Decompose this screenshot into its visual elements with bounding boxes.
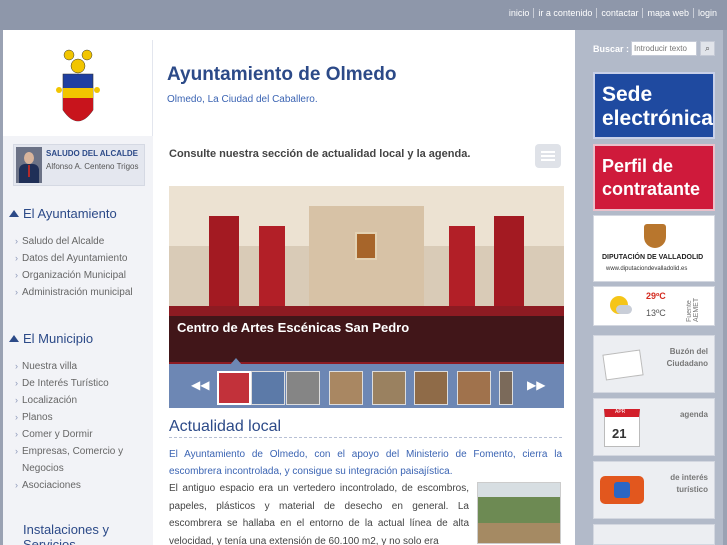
- site-title[interactable]: Ayuntamiento de Olmedo: [167, 64, 396, 86]
- coat-of-arms-icon: [56, 49, 100, 122]
- alcalde-title: SALUDO DEL ALCALDE: [46, 149, 138, 158]
- menu-item[interactable]: › Asociaciones: [15, 480, 123, 497]
- search-button[interactable]: ⌕: [700, 41, 715, 56]
- left-sidebar: SALUDO DEL ALCALDE Alfonso A. Centeno Tr…: [3, 136, 153, 545]
- chat-bubble-icon: [535, 144, 561, 168]
- turismo-banner[interactable]: de interés turístico: [593, 461, 715, 519]
- chevron-right-icon: ›: [15, 395, 18, 405]
- alcalde-photo: [16, 147, 42, 183]
- section-heading-ayuntamiento: El Ayuntamiento: [9, 206, 117, 221]
- slider-image[interactable]: Centro de Artes Escénicas San Pedro: [169, 186, 564, 364]
- chevron-right-icon: ›: [15, 270, 18, 280]
- main-content: Consulte nuestra sección de actualidad l…: [159, 136, 571, 545]
- chevron-right-icon: ›: [15, 480, 18, 490]
- triangle-icon: [9, 335, 19, 342]
- triangle-icon: [9, 210, 19, 217]
- top-links: inicio ir a contenido contactar mapa web…: [505, 8, 721, 18]
- search-icon: ⌕: [704, 43, 711, 53]
- chevron-right-icon: ›: [15, 378, 18, 388]
- thumbnail[interactable]: [457, 371, 491, 405]
- cloud-icon: [616, 305, 632, 314]
- next-arrow-icon[interactable]: ▶▶: [527, 378, 545, 392]
- menu-item[interactable]: › Administración municipal: [15, 287, 133, 304]
- weather-source: Fuente AEMET: [686, 297, 700, 322]
- section-heading-municipio: El Municipio: [9, 331, 93, 346]
- intro-text: Consulte nuestra sección de actualidad l…: [169, 148, 471, 160]
- news-body: El antiguo espacio era un vertedero inco…: [169, 483, 469, 545]
- image-slider[interactable]: Centro de Artes Escénicas San Pedro ◀◀ ▶…: [169, 186, 564, 408]
- menu-item-continued[interactable]: ›Negocios: [15, 463, 123, 480]
- link-contactar[interactable]: contactar: [596, 8, 642, 18]
- section-heading-instalaciones: Instalaciones y Servicios: [9, 522, 109, 545]
- menu-item[interactable]: › Localización: [15, 395, 123, 412]
- thumbnail[interactable]: [286, 371, 320, 405]
- menu-item[interactable]: › Comer y Dormir: [15, 429, 123, 446]
- top-bar: inicio ir a contenido contactar mapa web…: [0, 0, 727, 30]
- thumbnail-strip: ◀◀ ▶▶: [169, 364, 564, 408]
- section-title: Instalaciones y: [23, 522, 109, 537]
- site-header: Ayuntamiento de Olmedo Olmedo, La Ciudad…: [159, 40, 571, 136]
- section-title: El Ayuntamiento: [23, 206, 117, 221]
- right-sidebar: Buscar : ⌕ Sede electrónica Perfil de co…: [575, 30, 723, 545]
- sede-electronica-banner[interactable]: Sede electrónica: [593, 72, 715, 139]
- agenda-banner[interactable]: APR 21 agenda: [593, 398, 715, 456]
- menu-item[interactable]: › Organización Municipal: [15, 270, 133, 287]
- buzon-ciudadano-banner[interactable]: Buzón del Ciudadano: [593, 335, 715, 393]
- thumbnail[interactable]: [329, 371, 363, 405]
- menu-item[interactable]: › Empresas, Comercio y: [15, 446, 123, 463]
- temp-high: 29ºC: [646, 291, 666, 301]
- link-ir-a-contenido[interactable]: ir a contenido: [533, 8, 596, 18]
- weather-widget[interactable]: 29ºC 13ºC Fuente AEMET: [593, 286, 715, 326]
- chevron-right-icon: ›: [15, 446, 18, 456]
- news-lead-link[interactable]: El Ayuntamiento de Olmedo, con el apoyo …: [169, 446, 562, 480]
- divider: [169, 437, 562, 438]
- emblem-icon: [355, 232, 377, 260]
- alcalde-banner[interactable]: SALUDO DEL ALCALDE Alfonso A. Centeno Tr…: [13, 144, 145, 186]
- search-input[interactable]: [631, 41, 697, 56]
- thumbnail[interactable]: [499, 371, 513, 405]
- menu-item[interactable]: › Saludo del Alcalde: [15, 236, 133, 253]
- menu-item[interactable]: › Planos: [15, 412, 123, 429]
- chevron-right-icon: ›: [15, 253, 18, 263]
- thumbnail[interactable]: [217, 371, 251, 405]
- diputacion-banner[interactable]: DIPUTACIÓN DE VALLADOLID www.diputaciond…: [593, 215, 715, 282]
- page: Ayuntamiento de Olmedo Olmedo, La Ciudad…: [3, 30, 723, 545]
- chevron-right-icon: ›: [15, 412, 18, 422]
- chevron-right-icon: ›: [15, 429, 18, 439]
- temp-low: 13ºC: [646, 308, 666, 318]
- menu-item[interactable]: › Datos del Ayuntamiento: [15, 253, 133, 270]
- thumbnail[interactable]: [372, 371, 406, 405]
- link-inicio[interactable]: inicio: [505, 8, 534, 18]
- news-photo[interactable]: [477, 482, 561, 544]
- slider-caption[interactable]: Centro de Artes Escénicas San Pedro: [177, 320, 409, 335]
- section-title-2: Servicios: [23, 537, 76, 545]
- menu-item[interactable]: › De Interés Turístico: [15, 378, 123, 395]
- link-mapa-web[interactable]: mapa web: [642, 8, 693, 18]
- alcalde-name: Alfonso A. Centeno Trigos: [46, 162, 139, 171]
- chevron-right-icon: ›: [15, 287, 18, 297]
- calendar-icon: APR 21: [604, 409, 640, 447]
- menu-ayuntamiento: › Saludo del Alcalde › Datos del Ayuntamie…: [15, 236, 133, 304]
- link-login[interactable]: login: [692, 8, 721, 18]
- thumbnail[interactable]: [414, 371, 448, 405]
- banner-partial[interactable]: [593, 524, 715, 545]
- thumbnail[interactable]: [251, 371, 285, 405]
- site-subtitle: Olmedo, La Ciudad del Caballero.: [167, 94, 318, 105]
- actualidad-heading: Actualidad local: [169, 418, 282, 435]
- perfil-contratante-banner[interactable]: Perfil de contratante: [593, 144, 715, 211]
- chevron-right-icon: ›: [15, 361, 18, 371]
- section-title: El Municipio: [23, 331, 94, 346]
- diputacion-shield-icon: [644, 224, 666, 248]
- menu-municipio: › Nuestra villa › De Interés Turístico › Lo…: [15, 361, 123, 497]
- menu-item[interactable]: › Nuestra villa: [15, 361, 123, 378]
- prev-arrow-icon[interactable]: ◀◀: [191, 378, 209, 392]
- chevron-right-icon: ›: [15, 236, 18, 246]
- coat-of-arms-logo[interactable]: [3, 40, 153, 136]
- search-label: Buscar :: [593, 44, 630, 54]
